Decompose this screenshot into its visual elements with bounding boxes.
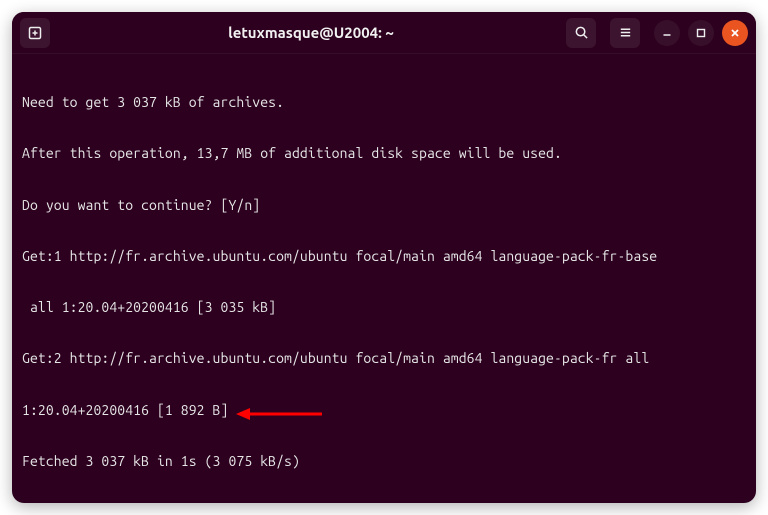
minimize-icon — [661, 27, 673, 39]
new-tab-button[interactable] — [20, 18, 50, 48]
titlebar-left — [20, 18, 56, 48]
window-title: letuxmasque@U2004: ~ — [56, 24, 566, 41]
terminal-window: letuxmasque@U2004: ~ — [12, 12, 756, 503]
terminal-line: 1:20.04+20200416 [1 892 B] — [22, 402, 746, 419]
terminal-line: Do you want to continue? [Y/n] — [22, 197, 746, 214]
terminal-body[interactable]: Need to get 3 037 kB of archives. After … — [12, 54, 756, 503]
search-icon — [574, 25, 589, 40]
maximize-button[interactable] — [688, 20, 714, 46]
terminal-line: Get:2 http://fr.archive.ubuntu.com/ubunt… — [22, 350, 746, 367]
titlebar-right — [566, 18, 748, 48]
minimize-button[interactable] — [654, 20, 680, 46]
terminal-line: After this operation, 13,7 MB of additio… — [22, 145, 746, 162]
hamburger-menu-icon — [618, 25, 633, 40]
close-button[interactable] — [722, 20, 748, 46]
maximize-icon — [695, 27, 707, 39]
new-tab-icon — [27, 25, 43, 41]
titlebar: letuxmasque@U2004: ~ — [12, 12, 756, 54]
terminal-line: Get:1 http://fr.archive.ubuntu.com/ubunt… — [22, 248, 746, 265]
menu-button[interactable] — [610, 18, 640, 48]
terminal-line: Fetched 3 037 kB in 1s (3 075 kB/s) — [22, 453, 746, 470]
search-button[interactable] — [566, 18, 596, 48]
terminal-line: Need to get 3 037 kB of archives. — [22, 94, 746, 111]
terminal-line: all 1:20.04+20200416 [3 035 kB] — [22, 299, 746, 316]
close-icon — [729, 27, 741, 39]
